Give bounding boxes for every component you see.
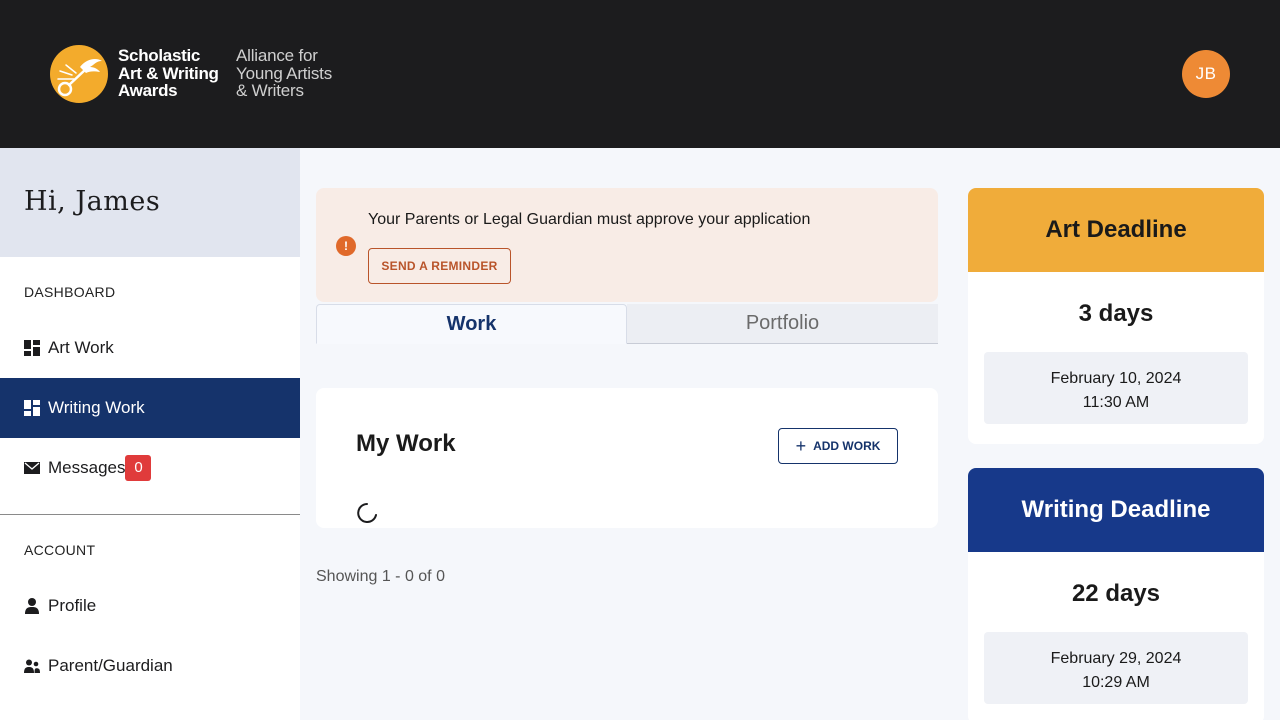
top-header: Scholastic Art & Writing Awards Alliance… — [0, 0, 1280, 148]
writing-deadline-title: Writing Deadline — [968, 468, 1264, 552]
add-work-button[interactable]: + ADD WORK — [778, 428, 898, 464]
my-work-title: My Work — [356, 430, 456, 457]
envelope-icon — [24, 460, 40, 476]
guardian-approval-alert: ! Your Parents or Legal Guardian must ap… — [316, 188, 938, 302]
art-deadline-time: 11:30 AM — [1082, 394, 1150, 411]
greeting-panel: Hi, James — [0, 148, 300, 257]
sidebar-item-label: Art Work — [48, 338, 114, 357]
people-icon — [24, 658, 40, 674]
sidebar-item-label: Profile — [48, 596, 97, 615]
writing-deadline-datetime: February 29, 2024 10:29 AM — [984, 632, 1248, 704]
account-section-label: ACCOUNT — [24, 542, 96, 558]
sidebar-item-label: Parent/Guardian — [48, 656, 173, 675]
sidebar-item-label: Writing Work — [48, 398, 145, 417]
sidebar-item-art-work[interactable]: Art Work — [0, 318, 300, 378]
art-deadline-days: 3 days — [1078, 300, 1154, 327]
logo-wordmark: Scholastic Art & Writing Awards — [118, 47, 219, 100]
tab-work[interactable]: Work — [316, 304, 627, 344]
greeting-text: Hi, James — [24, 186, 161, 217]
writing-deadline-days: 22 days — [1071, 580, 1161, 607]
logo-tagline: Alliance for Young Artists & Writers — [236, 47, 332, 100]
sidebar-item-label: Messages — [48, 458, 126, 477]
add-work-label: ADD WORK — [813, 439, 881, 453]
art-deadline-date: February 10, 2024 — [1050, 370, 1182, 387]
art-deadline-title: Art Deadline — [968, 188, 1264, 272]
sidebar: Hi, James DASHBOARD Art Work Writing Wor… — [0, 148, 300, 720]
tab-portfolio[interactable]: Portfolio — [627, 304, 938, 344]
grid-icon — [24, 340, 40, 356]
writing-deadline-card: Writing Deadline 22 days February 29, 20… — [968, 468, 1264, 720]
scholastic-logo[interactable]: Scholastic Art & Writing Awards Alliance… — [50, 45, 350, 105]
tagline-line-3: & Writers — [236, 81, 304, 100]
art-deadline-card: Art Deadline 3 days February 10, 2024 11… — [968, 188, 1264, 444]
sidebar-item-parent-guardian[interactable]: Parent/Guardian — [0, 636, 300, 696]
tagline-line-1: Alliance for — [236, 46, 318, 65]
pagination-summary: Showing 1 - 0 of 0 — [316, 568, 445, 585]
sidebar-item-messages[interactable]: Messages 0 — [0, 438, 300, 498]
logo-line-3: Awards — [118, 81, 178, 100]
dashboard-section-label: DASHBOARD — [24, 284, 116, 300]
sidebar-item-writing-work[interactable]: Writing Work — [0, 378, 300, 438]
grid-icon — [24, 400, 40, 416]
writing-deadline-time: 10:29 AM — [1082, 674, 1150, 691]
plus-icon: + — [795, 436, 807, 456]
warning-icon: ! — [336, 236, 356, 256]
alert-message: Your Parents or Legal Guardian must appr… — [368, 211, 811, 228]
user-avatar[interactable]: JB — [1182, 50, 1230, 98]
art-deadline-datetime: February 10, 2024 11:30 AM — [984, 352, 1248, 424]
person-icon — [24, 598, 40, 614]
logo-line-2: Art & Writing — [118, 63, 219, 83]
key-emblem-icon — [50, 45, 108, 103]
unread-count-badge: 0 — [125, 455, 152, 481]
loading-spinner-icon — [357, 503, 377, 523]
logo-line-1: Scholastic — [118, 46, 201, 65]
sidebar-item-profile[interactable]: Profile — [0, 576, 300, 636]
my-work-card: My Work + ADD WORK — [316, 388, 938, 528]
tagline-line-2: Young Artists — [236, 63, 333, 83]
sidebar-divider — [0, 514, 300, 515]
send-reminder-button[interactable]: SEND A REMINDER — [368, 248, 511, 284]
writing-deadline-date: February 29, 2024 — [1050, 650, 1182, 667]
